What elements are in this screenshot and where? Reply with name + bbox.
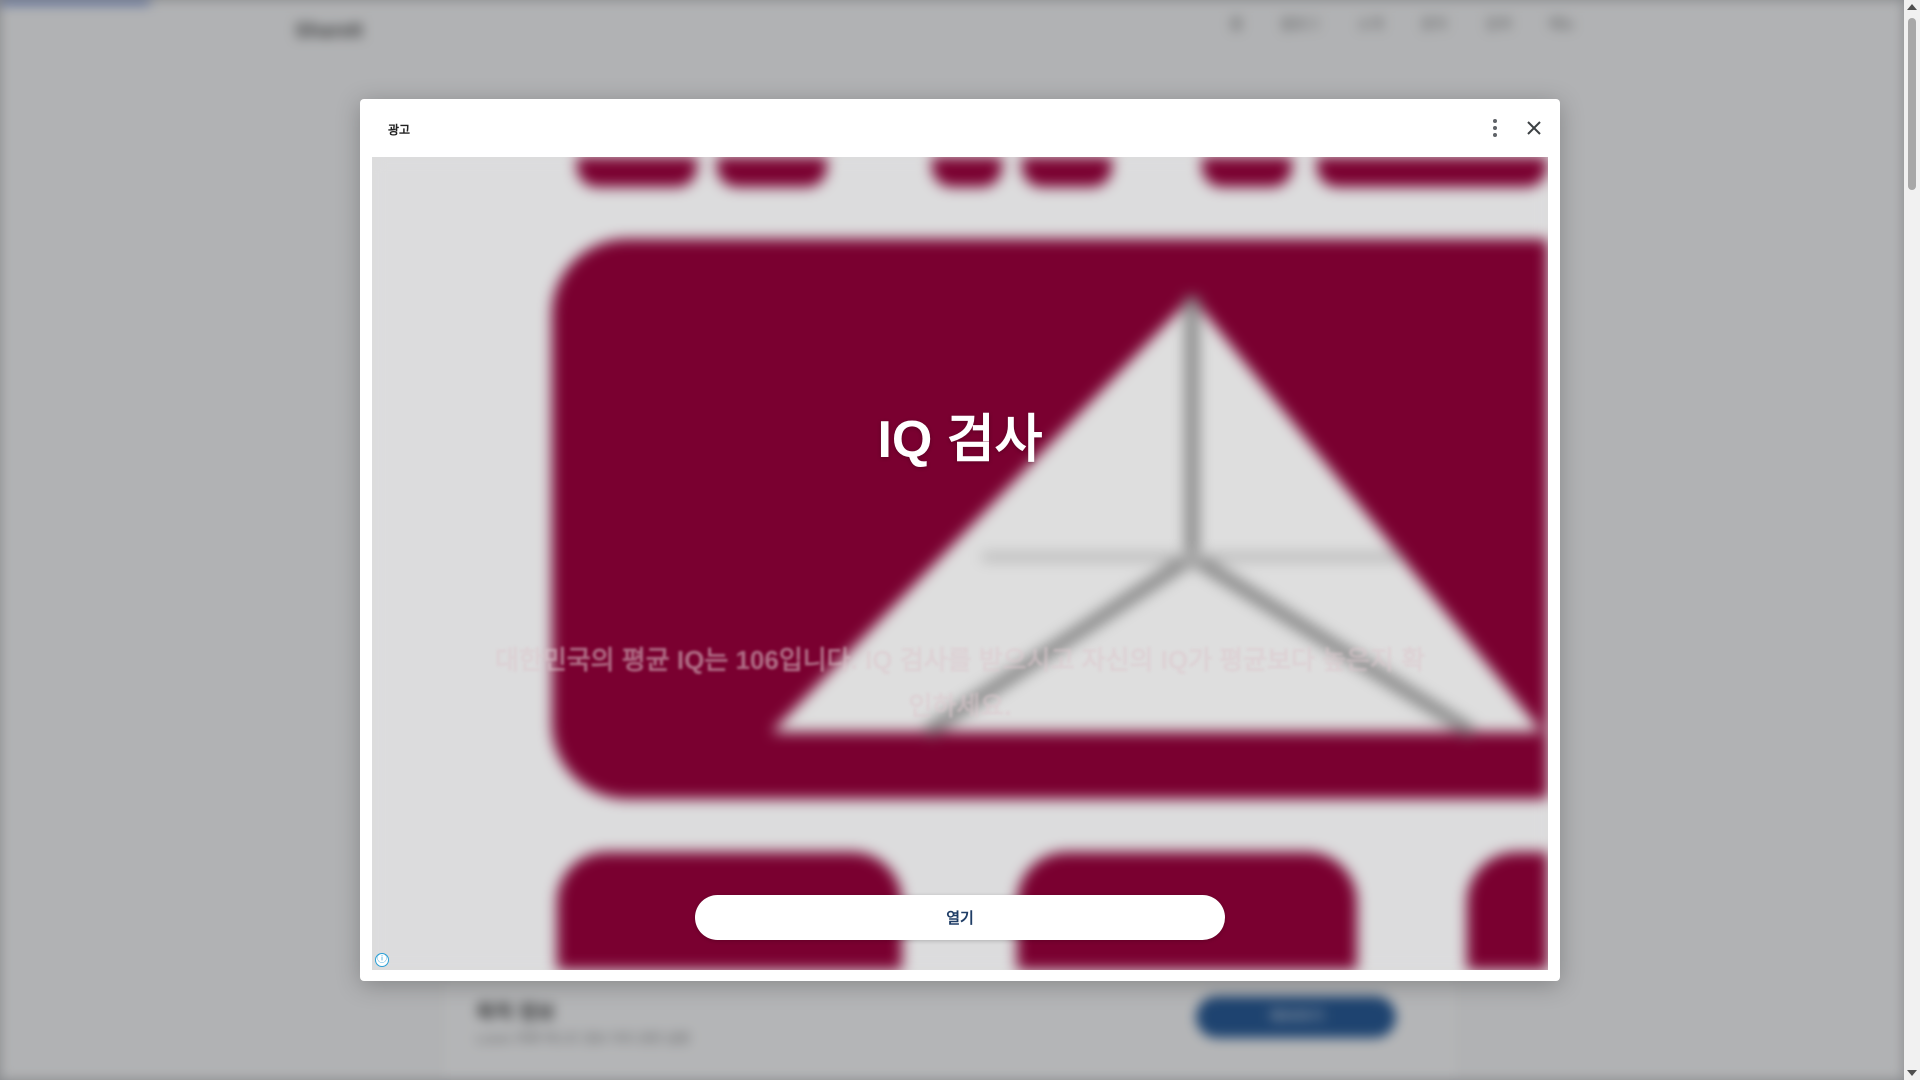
open-button[interactable]: 열기: [695, 895, 1225, 940]
ad-interstitial-dialog: 광고 IQ 검사 대한민국의 평균 IQ는 106입니다. IQ 검사를 받으시…: [360, 99, 1560, 981]
ad-headline: IQ 검사: [877, 411, 1043, 469]
ad-header: 광고: [360, 99, 1560, 157]
scroll-down-icon[interactable]: [1907, 1070, 1917, 1076]
ad-creative[interactable]: IQ 검사 대한민국의 평균 IQ는 106입니다. IQ 검사를 받으시고 자…: [372, 157, 1548, 970]
more-vert-icon[interactable]: [1482, 115, 1508, 141]
close-icon[interactable]: [1520, 114, 1548, 142]
ad-body-text: 대한민국의 평균 IQ는 106입니다. IQ 검사를 받으시고 자신의 IQ가…: [494, 645, 1425, 721]
ad-label: 광고: [388, 123, 411, 137]
scroll-thumb[interactable]: [1908, 18, 1916, 190]
scroll-up-icon[interactable]: [1907, 4, 1917, 10]
page-scrollbar[interactable]: [1904, 0, 1920, 1080]
ad-info-icon[interactable]: ⓘ: [375, 953, 389, 967]
ad-background-image: [372, 157, 1548, 970]
